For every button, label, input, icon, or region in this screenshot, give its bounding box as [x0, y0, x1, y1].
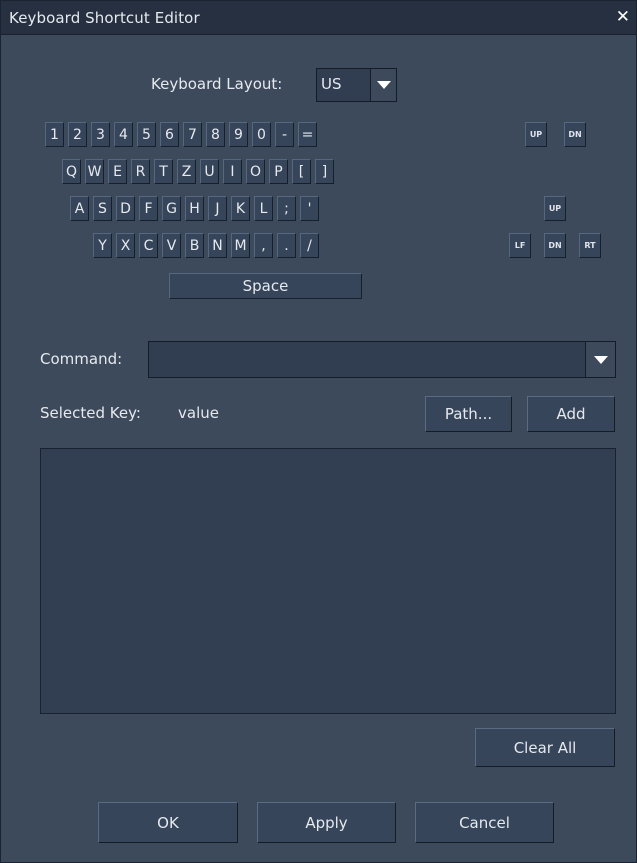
- key[interactable]: F: [139, 196, 158, 221]
- key[interactable]: 9: [229, 122, 248, 147]
- key[interactable]: 8: [206, 122, 225, 147]
- add-button[interactable]: Add: [527, 396, 615, 432]
- apply-button[interactable]: Apply: [257, 802, 396, 843]
- key[interactable]: J: [208, 196, 227, 221]
- key[interactable]: Q: [62, 159, 81, 184]
- key-page-down[interactable]: DN: [564, 122, 586, 147]
- key[interactable]: L: [254, 196, 273, 221]
- key[interactable]: Y: [93, 233, 112, 258]
- close-icon[interactable]: ✕: [616, 9, 630, 26]
- key[interactable]: E: [108, 159, 127, 184]
- key[interactable]: 2: [68, 122, 87, 147]
- key[interactable]: [: [292, 159, 311, 184]
- command-label: Command:: [40, 350, 123, 368]
- selected-key-value: value: [178, 404, 219, 422]
- cancel-button[interactable]: Cancel: [415, 802, 554, 843]
- keyboard-layout-select[interactable]: US: [316, 68, 397, 102]
- key[interactable]: W: [85, 159, 104, 184]
- key[interactable]: R: [131, 159, 150, 184]
- key[interactable]: 0: [252, 122, 271, 147]
- key-page-up[interactable]: UP: [525, 122, 547, 147]
- shortcut-list[interactable]: [40, 448, 616, 714]
- key[interactable]: ]: [315, 159, 334, 184]
- chevron-down-icon[interactable]: [585, 342, 615, 377]
- key[interactable]: 6: [160, 122, 179, 147]
- key[interactable]: G: [162, 196, 181, 221]
- key[interactable]: T: [154, 159, 173, 184]
- key[interactable]: ,: [254, 233, 273, 258]
- key[interactable]: N: [208, 233, 227, 258]
- title-bar: Keyboard Shortcut Editor ✕: [1, 1, 636, 35]
- key[interactable]: /: [300, 233, 319, 258]
- key[interactable]: U: [200, 159, 219, 184]
- keyboard-layout-value: US: [321, 75, 342, 93]
- key-space[interactable]: Space: [169, 273, 362, 299]
- key[interactable]: =: [298, 122, 317, 147]
- keyboard-layout-label: Keyboard Layout:: [151, 75, 283, 93]
- keyboard-shortcut-editor-window: Keyboard Shortcut Editor ✕ Keyboard Layo…: [0, 0, 637, 863]
- key[interactable]: ': [300, 196, 319, 221]
- key[interactable]: I: [223, 159, 242, 184]
- path-button[interactable]: Path...: [425, 396, 512, 432]
- key[interactable]: -: [275, 122, 294, 147]
- key[interactable]: .: [277, 233, 296, 258]
- key[interactable]: X: [116, 233, 135, 258]
- window-title: Keyboard Shortcut Editor: [9, 9, 200, 27]
- selected-key-label: Selected Key:: [40, 404, 141, 422]
- key[interactable]: Z: [177, 159, 196, 184]
- key[interactable]: ;: [277, 196, 296, 221]
- key[interactable]: D: [116, 196, 135, 221]
- key-arrow-down[interactable]: DN: [544, 233, 566, 258]
- key[interactable]: M: [231, 233, 250, 258]
- key[interactable]: P: [269, 159, 288, 184]
- clear-all-button[interactable]: Clear All: [475, 728, 615, 767]
- key[interactable]: C: [139, 233, 158, 258]
- key-arrow-left[interactable]: LF: [509, 233, 531, 258]
- key[interactable]: B: [185, 233, 204, 258]
- key[interactable]: 3: [91, 122, 110, 147]
- key[interactable]: 1: [45, 122, 64, 147]
- key[interactable]: V: [162, 233, 181, 258]
- key[interactable]: A: [70, 196, 89, 221]
- chevron-down-icon[interactable]: [370, 69, 396, 101]
- key[interactable]: O: [246, 159, 265, 184]
- ok-button[interactable]: OK: [98, 802, 238, 843]
- key[interactable]: 7: [183, 122, 202, 147]
- key[interactable]: S: [93, 196, 112, 221]
- key[interactable]: K: [231, 196, 250, 221]
- command-select[interactable]: [148, 341, 616, 378]
- key[interactable]: 4: [114, 122, 133, 147]
- key[interactable]: H: [185, 196, 204, 221]
- key-arrow-right[interactable]: RT: [579, 233, 601, 258]
- key-arrow-up[interactable]: UP: [544, 196, 566, 221]
- key[interactable]: 5: [137, 122, 156, 147]
